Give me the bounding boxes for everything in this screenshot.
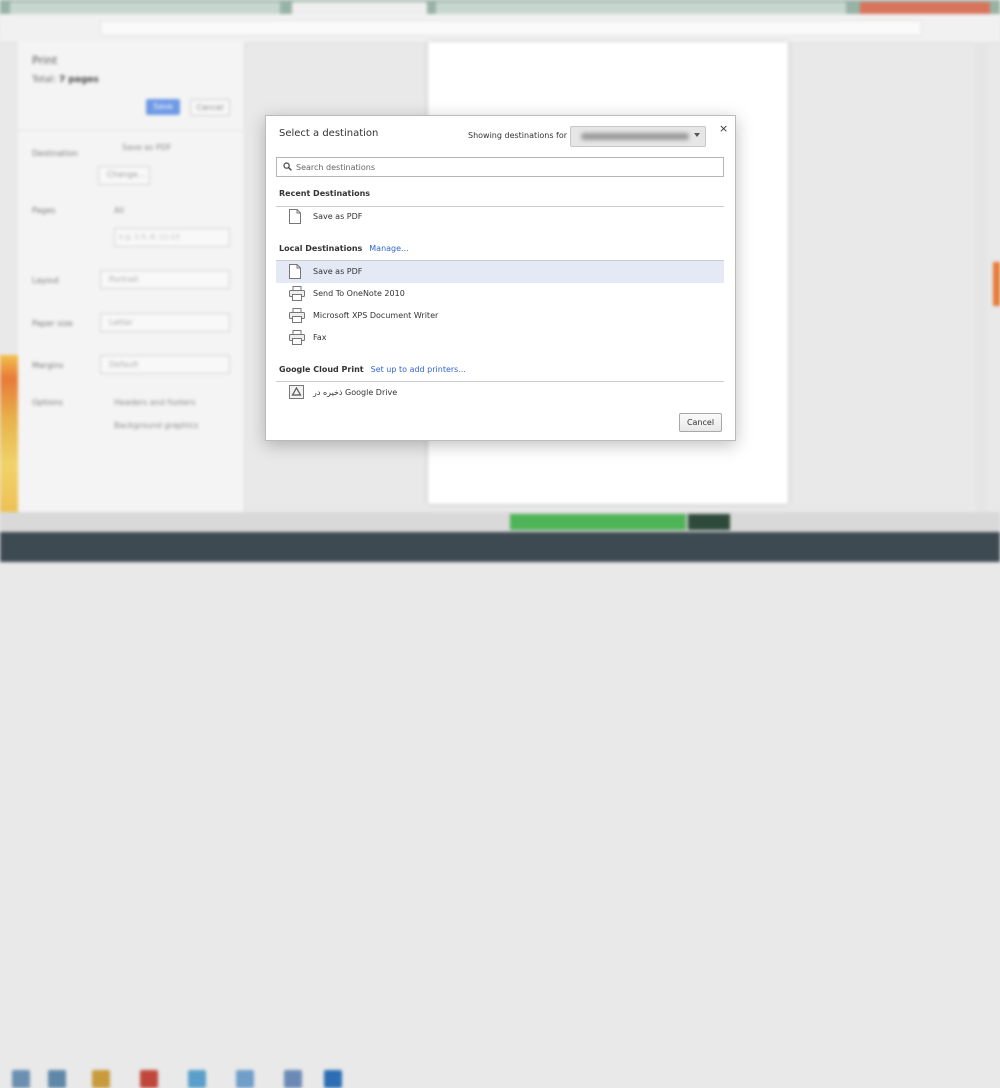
destination-item-xps-writer[interactable]: Microsoft XPS Document Writer	[276, 305, 724, 327]
status-segment	[688, 514, 730, 530]
document-icon	[289, 209, 301, 224]
select-destination-dialog: Select a destination Showing destination…	[265, 115, 736, 441]
destination-label: Fax	[313, 333, 327, 342]
chrome-icon[interactable]	[140, 1070, 158, 1088]
divider	[18, 130, 244, 131]
change-destination-button[interactable]: Change...	[98, 166, 150, 185]
destination-label: Microsoft XPS Document Writer	[313, 311, 439, 320]
destination-item-save-as-pdf[interactable]: Save as PDF	[276, 261, 724, 283]
browser-tab[interactable]	[436, 2, 846, 14]
search-destinations-field[interactable]	[276, 157, 724, 177]
taskbar-app-icon[interactable]	[236, 1070, 254, 1088]
account-select[interactable]	[570, 126, 706, 147]
search-icon	[283, 162, 292, 171]
destination-label: Save as PDF	[313, 267, 363, 276]
destination-label: Save as PDF	[313, 212, 363, 221]
recent-destinations-heading: Recent Destinations	[279, 189, 371, 198]
printer-icon	[289, 330, 305, 345]
printer-icon	[289, 286, 305, 301]
close-icon[interactable]: ×	[719, 122, 728, 135]
layout-label: Layout	[32, 276, 60, 285]
destination-label: Destination	[32, 149, 78, 158]
cloud-print-title: Google Cloud Print	[279, 365, 364, 374]
cancel-button[interactable]: Cancel	[679, 413, 722, 432]
margins-label: Margins	[32, 361, 64, 370]
browser-tab-active[interactable]	[292, 2, 427, 14]
taskbar-app-icon[interactable]	[324, 1070, 342, 1088]
side-tab[interactable]	[993, 262, 1000, 306]
browser-tab-strip	[0, 0, 1000, 14]
destination-item-recent-save-as-pdf[interactable]: Save as PDF	[276, 206, 724, 228]
preview-scrollbar[interactable]	[975, 42, 987, 512]
headers-footers-checkbox[interactable]: Headers and footers	[114, 398, 196, 407]
taskbar-app-icon[interactable]	[284, 1070, 302, 1088]
start-icon[interactable]	[12, 1070, 30, 1088]
google-drive-icon	[289, 385, 304, 399]
pages-range-input[interactable]: e.g. 1-5, 8, 11-13	[114, 228, 230, 247]
folder-icon[interactable]	[92, 1070, 110, 1088]
pages-label: Pages	[32, 206, 56, 215]
options-label: Options	[32, 398, 63, 407]
print-total: Total: 7 pages	[32, 75, 99, 85]
destination-item-onenote[interactable]: Send To OneNote 2010	[276, 283, 724, 305]
destination-item-google-drive[interactable]: ذخیره در Google Drive	[276, 382, 724, 404]
google-cloud-print-heading: Google Cloud Print Set up to add printers…	[279, 365, 466, 374]
layout-select[interactable]: Portrait	[100, 270, 230, 289]
account-email-redacted	[581, 133, 689, 140]
progress-bar	[510, 514, 686, 530]
showing-destinations-label: Showing destinations for	[468, 131, 568, 140]
chevron-down-icon	[694, 133, 700, 137]
taskbar-app-icon[interactable]	[188, 1070, 206, 1088]
print-save-button[interactable]: Save	[146, 99, 180, 115]
browser-tab[interactable]	[10, 2, 280, 14]
destination-label: ذخیره در Google Drive	[313, 388, 398, 397]
local-destinations-heading: Local Destinations Manage...	[279, 244, 409, 253]
print-cancel-button[interactable]: Cancel	[190, 99, 230, 116]
taskbar	[0, 532, 1000, 1088]
printer-icon	[289, 308, 305, 323]
destination-item-fax[interactable]: Fax	[276, 327, 724, 349]
margins-select[interactable]: Default	[100, 355, 230, 374]
local-destinations-title: Local Destinations	[279, 244, 363, 253]
document-icon	[289, 264, 301, 279]
address-bar[interactable]	[100, 20, 922, 36]
dialog-title: Select a destination	[279, 128, 379, 139]
paper-size-select[interactable]: Letter	[100, 313, 230, 332]
pages-all-option[interactable]: All	[114, 206, 124, 215]
print-settings-panel: Print Total: 7 pages Save Cancel Destina…	[18, 42, 245, 512]
destination-label: Send To OneNote 2010	[313, 289, 405, 298]
browser-toolbar	[0, 14, 1000, 43]
window-controls[interactable]	[860, 2, 990, 14]
manage-link[interactable]: Manage...	[369, 244, 408, 253]
print-title: Print	[32, 54, 58, 67]
paper-size-label: Paper size	[32, 319, 73, 328]
background-graphics-checkbox[interactable]: Background graphics	[114, 421, 198, 430]
setup-printers-link[interactable]: Set up to add printers...	[371, 365, 466, 374]
desktop-edge	[0, 355, 18, 512]
status-bar	[0, 512, 1000, 532]
destination-value: Save as PDF	[122, 143, 172, 152]
search-input[interactable]	[296, 158, 716, 176]
taskbar-app-icon[interactable]	[48, 1070, 66, 1088]
